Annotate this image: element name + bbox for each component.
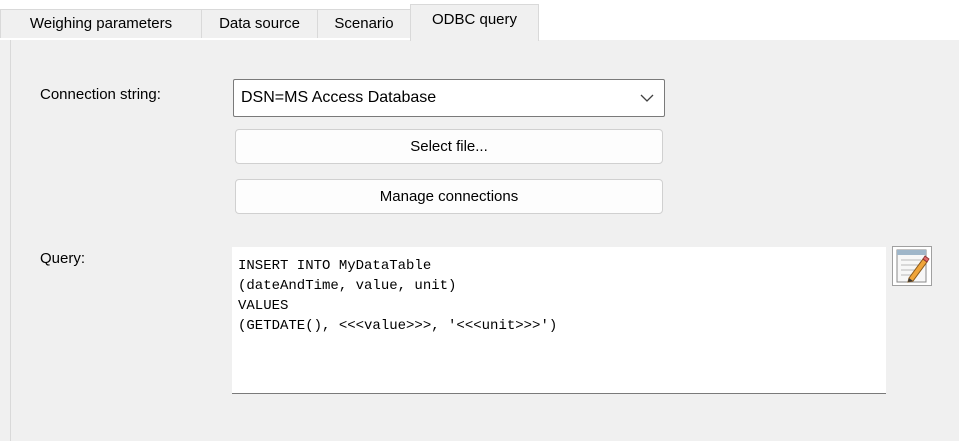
tab-weighing-parameters[interactable]: Weighing parameters [0, 9, 202, 38]
tab-odbc-query[interactable]: ODBC query [410, 4, 539, 41]
manage-connections-button[interactable]: Manage connections [235, 179, 663, 214]
tab-bar: Weighing parameters Data source Scenario… [0, 0, 959, 41]
edit-query-button[interactable] [892, 246, 932, 286]
query-textarea[interactable]: INSERT INTO MyDataTable (dateAndTime, va… [232, 247, 886, 394]
chevron-down-icon [640, 94, 654, 102]
connection-string-value: DSN=MS Access Database [241, 89, 437, 106]
connection-string-combobox[interactable]: DSN=MS Access Database [233, 79, 665, 117]
query-label: Query: [40, 250, 86, 267]
select-file-button[interactable]: Select file... [235, 129, 663, 164]
tab-data-source[interactable]: Data source [201, 9, 318, 38]
connection-string-label: Connection string: [40, 86, 161, 103]
notepad-pencil-icon [896, 249, 930, 283]
tab-scenario[interactable]: Scenario [317, 9, 411, 38]
